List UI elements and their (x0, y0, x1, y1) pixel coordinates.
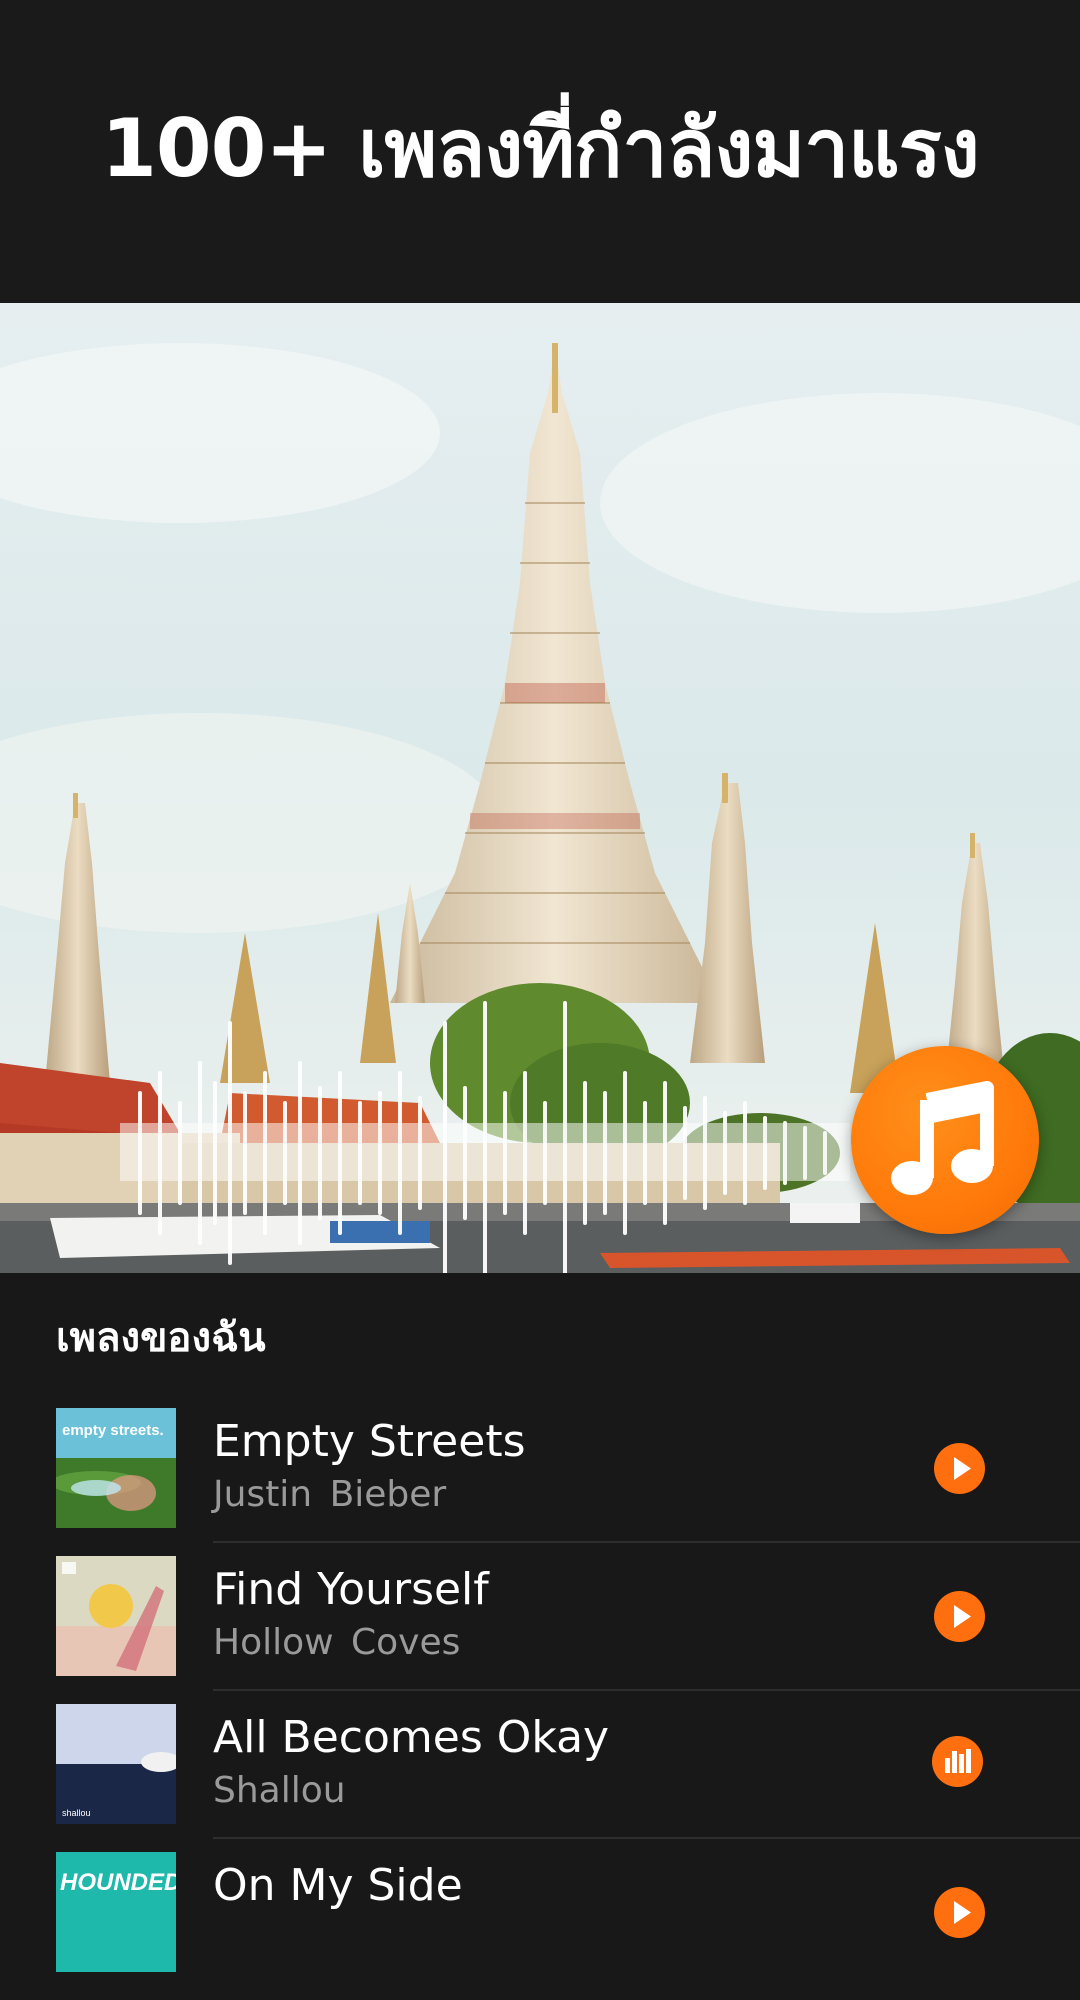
header: 100+ เพลงที่กำลังมาแรง (0, 0, 1080, 303)
divider (213, 1689, 1080, 1691)
track-artist: Justin Bieber (213, 1474, 447, 1515)
track-title: All Becomes Okay (213, 1712, 610, 1763)
section-title-my-songs: เพลงของฉัน (56, 1315, 266, 1361)
page-title: 100+ เพลงที่กำลังมาแรง (101, 102, 979, 195)
track-row[interactable]: shallou All Becomes Okay Shallou (0, 1704, 1080, 1852)
track-row[interactable]: Find Yourself Hollow Coves (0, 1556, 1080, 1704)
equalizer-icon (945, 1749, 971, 1773)
svg-text:shallou: shallou (62, 1808, 91, 1818)
track-row[interactable]: HOUNDED On My Side (0, 1852, 1080, 2000)
svg-text:HOUNDED: HOUNDED (60, 1869, 176, 1896)
track-artist: Shallou (213, 1770, 346, 1811)
album-cover: empty streets. (56, 1408, 176, 1528)
album-cover: shallou (56, 1704, 176, 1824)
track-title: Find Yourself (213, 1564, 489, 1615)
music-button[interactable] (851, 1046, 1039, 1234)
svg-text:empty streets.: empty streets. (62, 1422, 164, 1439)
track-title: On My Side (213, 1860, 463, 1911)
play-icon (954, 1457, 971, 1480)
album-cover (56, 1556, 176, 1676)
divider (213, 1837, 1080, 1839)
now-playing-button[interactable] (932, 1736, 983, 1787)
divider (213, 1541, 1080, 1543)
track-artist: Hollow Coves (213, 1622, 461, 1663)
play-icon (954, 1605, 971, 1628)
play-icon (954, 1901, 971, 1924)
play-button[interactable] (934, 1591, 985, 1642)
album-cover: HOUNDED (56, 1852, 176, 1972)
play-button[interactable] (934, 1887, 985, 1938)
play-button[interactable] (934, 1443, 985, 1494)
track-row[interactable]: empty streets. Empty Streets Justin Bieb… (0, 1408, 1080, 1556)
music-note-icon (891, 1081, 994, 1195)
track-title: Empty Streets (213, 1416, 526, 1467)
